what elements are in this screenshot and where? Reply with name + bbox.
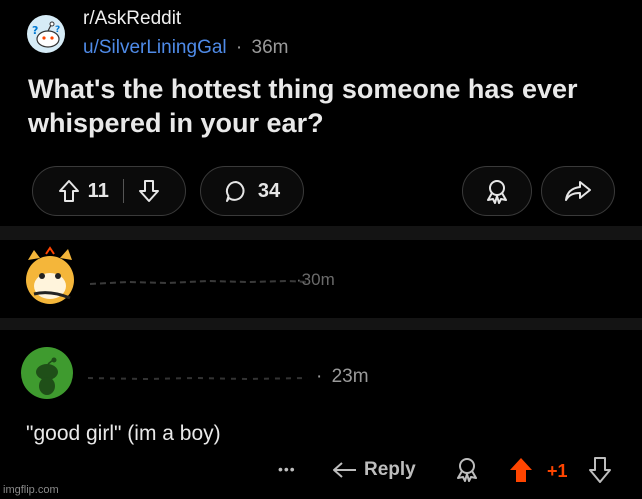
- reply-button[interactable]: Reply: [332, 456, 416, 484]
- vote-divider: [122, 179, 125, 203]
- post-title-line1: What's the hottest thing someone has eve…: [28, 74, 578, 104]
- comments-button[interactable]: 34: [200, 166, 304, 216]
- snoo-avatar-icon: [21, 347, 73, 399]
- thread-divider: [0, 318, 642, 330]
- comment2-avatar[interactable]: [20, 346, 74, 400]
- award-button[interactable]: [462, 166, 532, 216]
- scribble-redaction-icon: [87, 376, 309, 381]
- comment2-separator: ·: [316, 366, 323, 387]
- downvote-icon: [589, 457, 611, 483]
- reply-arrow-icon: [332, 460, 358, 480]
- subreddit-avatar[interactable]: ? ?: [26, 14, 66, 54]
- post-title: What's the hottest thing someone has eve…: [28, 72, 578, 140]
- author-link[interactable]: u/SilverLiningGal: [83, 37, 227, 58]
- award-icon: [484, 178, 510, 204]
- reply-label: Reply: [364, 459, 416, 480]
- comment-bubble-icon: [224, 179, 248, 203]
- svg-text:?: ?: [55, 25, 60, 35]
- comment-award-button[interactable]: [454, 456, 480, 487]
- comment1-meta-obscured: [88, 270, 310, 290]
- comment2-age: 23m: [331, 366, 369, 387]
- upvote-filled-icon: [510, 458, 532, 482]
- comment1-avatar[interactable]: [22, 246, 78, 306]
- comment2-body: "good girl" (im a boy): [26, 422, 221, 445]
- meta-separator: ·: [235, 37, 243, 58]
- comments-count: 34: [257, 179, 281, 202]
- comment-upvote-button[interactable]: [508, 456, 534, 489]
- askreddit-icon: ? ?: [27, 15, 65, 53]
- comment2-meta: · 23m: [316, 366, 369, 388]
- scribble-redaction-icon: [89, 279, 309, 285]
- imgflip-watermark: imgflip.com: [3, 484, 59, 496]
- share-icon: [564, 179, 592, 203]
- upvote-icon[interactable]: [58, 179, 80, 203]
- comment-downvote-button[interactable]: [588, 456, 612, 489]
- share-button[interactable]: [541, 166, 615, 216]
- cat-avatar-icon: [26, 246, 74, 304]
- svg-text:?: ?: [32, 24, 38, 37]
- post-title-line2: whispered in your ear?: [28, 108, 324, 138]
- comment1-age: ·30m: [296, 270, 335, 289]
- post-age: 36m: [251, 37, 289, 58]
- comment2-meta-obscured: [86, 370, 312, 386]
- upvote-count: 11: [87, 179, 109, 202]
- subreddit-name[interactable]: r/AskReddit: [83, 8, 181, 30]
- vote-pill: 11: [32, 166, 186, 216]
- award-icon: [457, 458, 477, 482]
- section-divider: [0, 226, 642, 240]
- comment-vote-count: +1: [547, 461, 568, 481]
- post-meta: u/SilverLiningGal · 36m: [83, 37, 289, 59]
- downvote-icon[interactable]: [138, 179, 160, 203]
- more-options-button[interactable]: •••: [278, 461, 296, 477]
